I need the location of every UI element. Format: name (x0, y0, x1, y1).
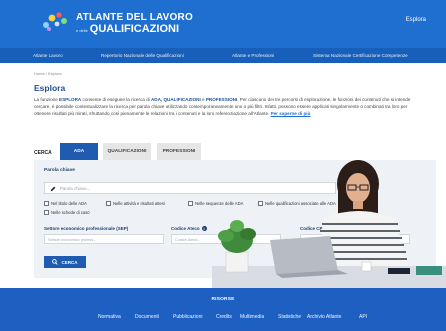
footer-link-credits[interactable]: Credits (216, 314, 232, 320)
book (416, 266, 442, 275)
breadcrumb[interactable]: Home / Esplora (34, 71, 62, 76)
cup (361, 261, 372, 272)
checkbox-box[interactable] (44, 201, 49, 206)
tab-ada[interactable]: ADA (60, 143, 98, 160)
filter-ateco-label: Codice Ateco i (171, 226, 207, 232)
footer-link-api[interactable]: API (359, 314, 367, 320)
info-icon[interactable]: i (201, 226, 207, 232)
read-more-link[interactable]: Per saperne di più (271, 111, 311, 116)
filter-sep-select[interactable]: Settore economico profess... (44, 234, 164, 244)
atlante-logo-icon[interactable] (40, 9, 70, 33)
tab-professioni[interactable]: PROFESSIONI (157, 143, 201, 160)
footer-links: Normativa Documenti Pubblicazioni Credit… (0, 314, 446, 322)
keyword-placeholder: Parola chiave... (60, 186, 91, 191)
site-logo-text[interactable]: ATLANTE DEL LAVORO e delle QUALIFICAZIONI (76, 13, 193, 35)
logo-line2-small: e delle (76, 28, 88, 33)
phone (388, 268, 410, 274)
checkbox-box[interactable] (106, 201, 111, 206)
footer-link-archivio[interactable]: Archivio Atlante (307, 314, 341, 320)
nav-item-sistema-certificazione[interactable]: Sistema Nazionale Certificazione Compete… (313, 53, 408, 58)
checkbox-titolo-ada[interactable]: Nel titolo delle ADA (44, 201, 87, 206)
search-tabs-label: CERCA (34, 150, 52, 156)
page-intro: La funzione ESPLORA consente di eseguire… (34, 97, 411, 116)
checkbox-schede-caso[interactable]: Nelle schede di caso (44, 210, 90, 215)
footer-link-multimedia[interactable]: Multimedia (240, 314, 264, 320)
tab-qualificazioni[interactable]: QUALIFICAZIONI (103, 143, 151, 160)
page-title: Esplora (34, 83, 66, 93)
logo-line2: QUALIFICAZIONI (89, 23, 180, 35)
nav-item-atlante-lavoro[interactable]: Atlante Lavoro (33, 53, 63, 58)
search-icon (52, 259, 59, 265)
header-link-esplora[interactable]: Esplora (406, 17, 426, 23)
search-button[interactable]: CERCA (44, 256, 86, 268)
footer-link-normativa[interactable]: Normativa (98, 314, 121, 320)
plant-icon (218, 220, 256, 253)
plant-pot (225, 251, 249, 273)
footer-link-documenti[interactable]: Documenti (135, 314, 159, 320)
nav-item-atlante-professioni[interactable]: Atlante e Professioni (232, 53, 274, 58)
site-header: ATLANTE DEL LAVORO e delle QUALIFICAZIONI… (0, 0, 446, 48)
filter-sep-label: Settore economico professionale (SEP) (44, 226, 129, 231)
checkbox-box[interactable] (188, 201, 193, 206)
nav-item-repertorio[interactable]: Repertorio Nazionale delle Qualificazion… (101, 53, 184, 58)
checkbox-attivita[interactable]: Nelle attività e risultati attesi (106, 201, 165, 206)
checkbox-box[interactable] (44, 210, 49, 215)
logo-line1: ATLANTE DEL LAVORO (76, 12, 193, 23)
footer-title: RISORSE (211, 297, 235, 302)
site-footer: RISORSE Normativa Documenti Pubblicazion… (0, 288, 446, 331)
footer-link-statistiche[interactable]: Statistiche (278, 314, 301, 320)
hero-photo (212, 160, 446, 288)
main-nav: Atlante Lavoro Repertorio Nazionale dell… (0, 48, 446, 63)
pen-icon (50, 186, 56, 192)
footer-link-pubblicazioni[interactable]: Pubblicazioni (173, 314, 202, 320)
keyword-label: Parola chiave (44, 168, 75, 173)
